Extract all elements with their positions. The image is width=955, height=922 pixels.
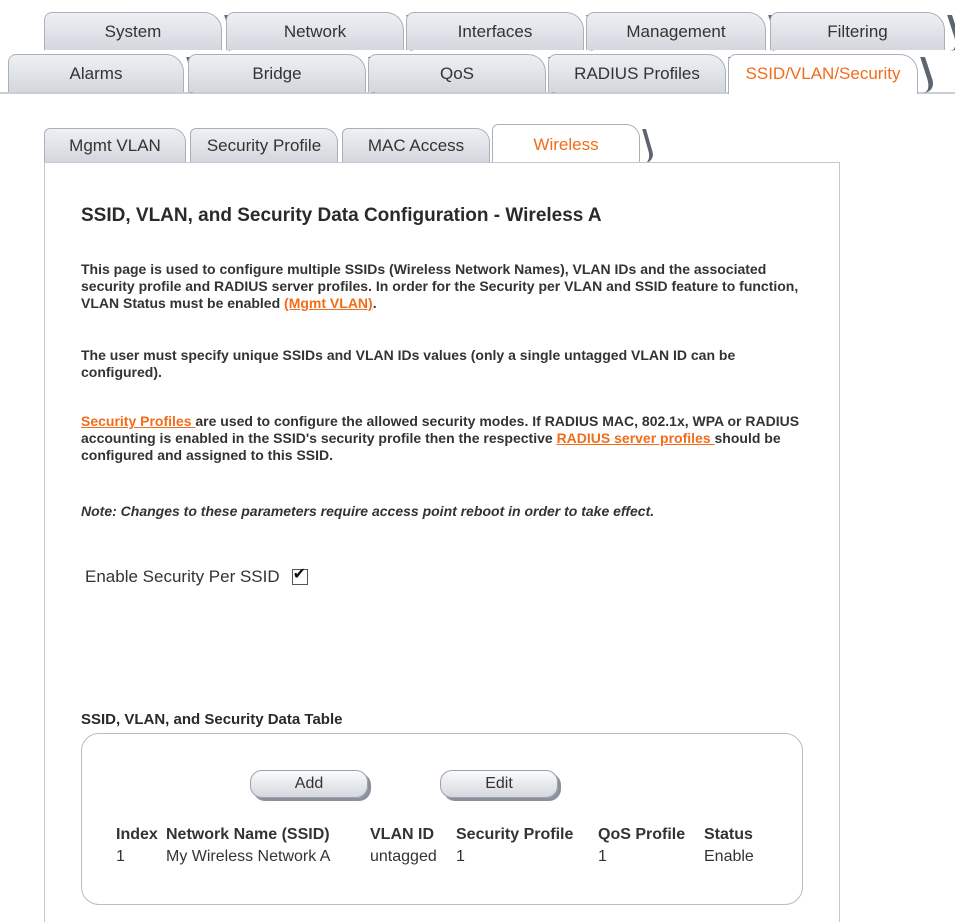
tab-system[interactable]: System — [44, 12, 222, 50]
tab-interfaces[interactable]: Interfaces — [406, 12, 584, 50]
table-row[interactable]: 1 My Wireless Network A untagged 1 1 Ena… — [116, 848, 796, 870]
tab-wireless[interactable]: Wireless — [492, 124, 640, 164]
intro-end: . — [372, 295, 377, 311]
reboot-note: Note: Changes to these parameters requir… — [81, 503, 655, 519]
sub-tab-bar: Alarms Bridge QoS RADIUS Profiles SSID/V… — [0, 52, 955, 94]
tab-qos[interactable]: QoS — [368, 54, 546, 92]
header-index: Index — [116, 826, 158, 843]
checkmark-icon: ✔ — [292, 566, 307, 583]
inner-tab-bar: Mgmt VLAN Security Profile MAC Access Wi… — [44, 124, 844, 164]
header-security-profile: Security Profile — [456, 826, 574, 843]
header-vlan-id: VLAN ID — [370, 826, 434, 843]
tab-security-profile[interactable]: Security Profile — [190, 128, 338, 162]
enable-security-row: Enable Security Per SSID ✔ — [85, 566, 308, 587]
add-button[interactable]: Add — [250, 770, 368, 798]
tab-ssid-vlan-security[interactable]: SSID/VLAN/Security — [728, 54, 918, 94]
cell-qos-profile: 1 — [598, 848, 607, 865]
cell-vlan-id: untagged — [370, 848, 437, 865]
cell-status: Enable — [704, 848, 754, 865]
security-profiles-paragraph: Security Profiles are used to configure … — [81, 413, 811, 464]
ssid-table: Index Network Name (SSID) VLAN ID Securi… — [116, 826, 796, 870]
cell-security-profile: 1 — [456, 848, 465, 865]
header-network-name: Network Name (SSID) — [166, 826, 330, 843]
intro-paragraph: This page is used to configure multiple … — [81, 261, 811, 312]
tab-bridge[interactable]: Bridge — [188, 54, 366, 92]
mgmt-vlan-link[interactable]: (Mgmt VLAN) — [284, 295, 373, 311]
cell-network-name: My Wireless Network A — [166, 848, 331, 865]
tab-mgmt-vlan[interactable]: Mgmt VLAN — [44, 128, 186, 162]
edit-button[interactable]: Edit — [440, 770, 558, 798]
tab-alarms[interactable]: Alarms — [8, 54, 184, 92]
header-status: Status — [704, 826, 753, 843]
table-header-row: Index Network Name (SSID) VLAN ID Securi… — [116, 826, 796, 848]
tab-radius-profiles[interactable]: RADIUS Profiles — [548, 54, 726, 92]
tab-mac-access[interactable]: MAC Access — [342, 128, 490, 162]
enable-security-label: Enable Security Per SSID — [85, 567, 280, 586]
tab-management[interactable]: Management — [586, 12, 766, 50]
main-tab-bar: System Network Interfaces Management Fil… — [0, 0, 955, 60]
header-qos-profile: QoS Profile — [598, 826, 686, 843]
content-panel: SSID, VLAN, and Security Data Configurat… — [44, 162, 840, 922]
intro-text: This page is used to configure multiple … — [81, 261, 799, 311]
table-title: SSID, VLAN, and Security Data Table — [81, 711, 343, 728]
radius-server-profiles-link[interactable]: RADIUS server profiles — [557, 430, 715, 446]
tab-filtering[interactable]: Filtering — [770, 12, 945, 50]
cell-index: 1 — [116, 848, 125, 865]
page-title: SSID, VLAN, and Security Data Configurat… — [81, 205, 602, 226]
tab-network[interactable]: Network — [226, 12, 404, 50]
unique-ids-paragraph: The user must specify unique SSIDs and V… — [81, 347, 736, 380]
ssid-table-box: Add Edit Index Network Name (SSID) VLAN … — [81, 733, 803, 905]
security-profiles-link[interactable]: Security Profiles — [81, 413, 195, 429]
enable-security-checkbox[interactable]: ✔ — [291, 566, 308, 585]
